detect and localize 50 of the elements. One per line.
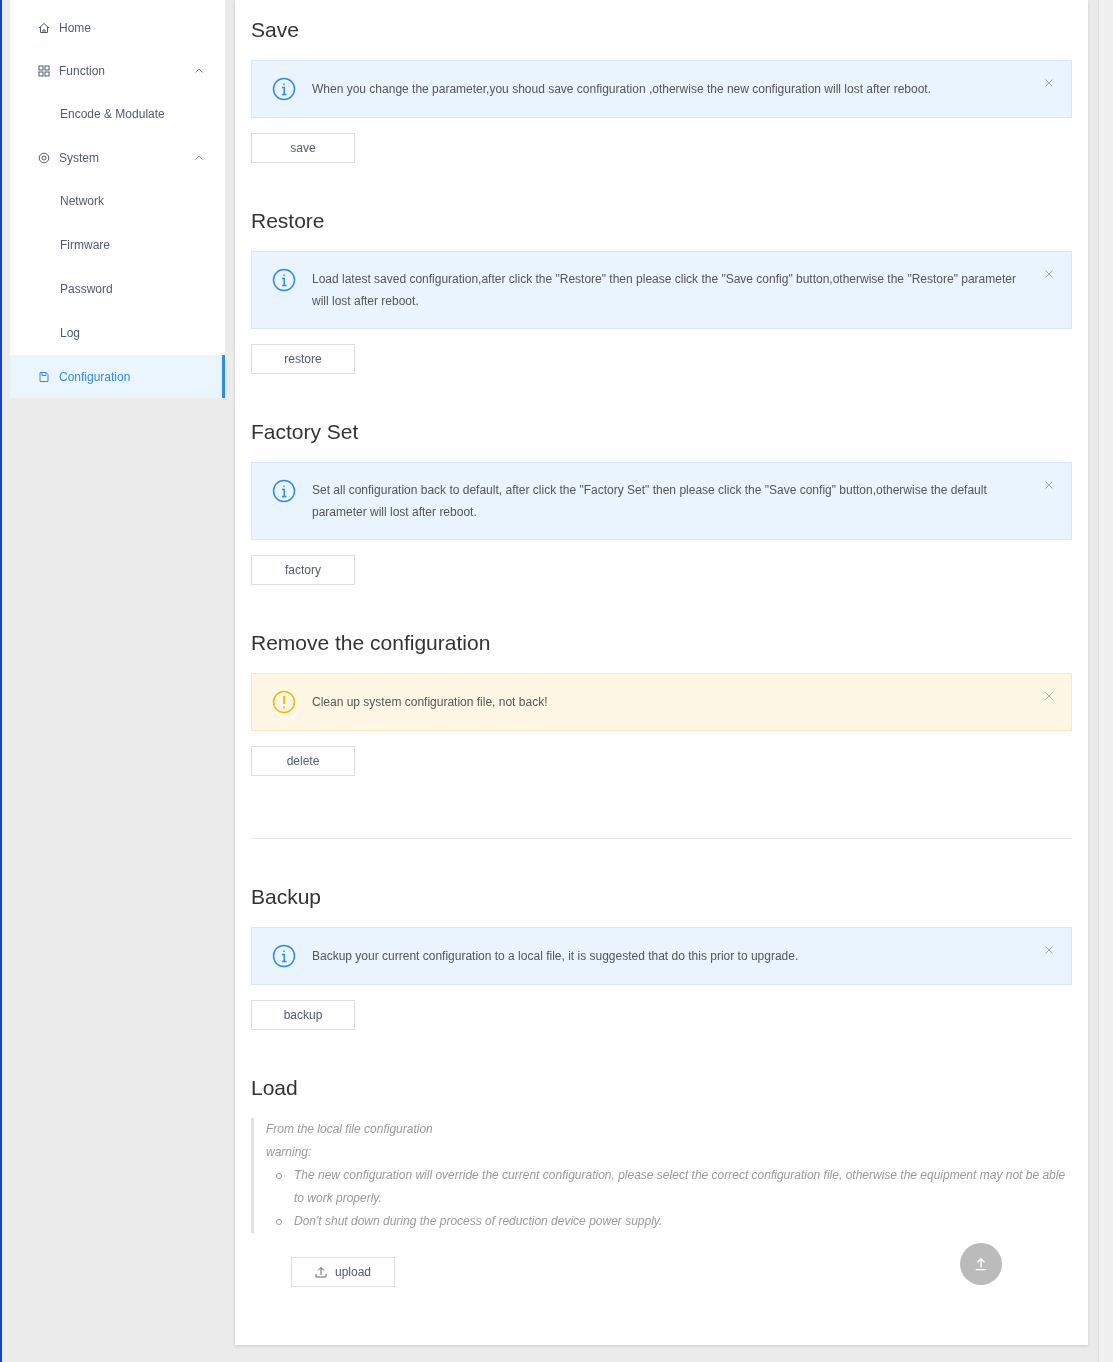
action-button[interactable]: save bbox=[251, 133, 355, 163]
settings-icon bbox=[38, 151, 50, 164]
grid-icon bbox=[38, 64, 50, 77]
warning-text: The new configuration will override the current configuration, please select the correct configuration file, otherwise the equipment may not be able to work properly. bbox=[294, 1167, 1067, 1207]
submenu-item[interactable]: Firmware bbox=[10, 223, 225, 267]
warning-label: warning: bbox=[266, 1144, 313, 1161]
sidebar-item[interactable]: Function bbox=[10, 49, 225, 92]
back-to-top-button[interactable] bbox=[960, 1243, 1002, 1285]
alert-text: When you change the parameter,you shoud save configuration ,otherwise the new configuration will lost after reboot. bbox=[312, 81, 932, 98]
menu-label: Function bbox=[59, 63, 107, 78]
section-title: Load bbox=[251, 1076, 299, 1100]
home-icon bbox=[38, 21, 50, 34]
warning-text: Don't shut down during the process of reduction device power supply. bbox=[294, 1213, 663, 1230]
close-icon[interactable] bbox=[1045, 946, 1053, 954]
close-icon[interactable] bbox=[1045, 692, 1053, 700]
action-button[interactable]: delete bbox=[251, 746, 355, 776]
info-icon bbox=[272, 268, 296, 292]
close-icon[interactable] bbox=[1045, 79, 1053, 87]
section-title: Restore bbox=[251, 209, 326, 233]
file-icon bbox=[38, 370, 50, 383]
submenu-item[interactable]: Encode & Modulate bbox=[10, 92, 225, 136]
upload-icon bbox=[974, 1257, 988, 1271]
upload-icon bbox=[314, 1266, 327, 1278]
submenu-item[interactable]: Network bbox=[10, 179, 225, 223]
action-button[interactable]: restore bbox=[251, 344, 355, 374]
warning-icon bbox=[272, 690, 296, 714]
info-icon bbox=[272, 479, 296, 503]
submenu-item[interactable]: Log bbox=[10, 311, 225, 355]
menu-label: Configuration bbox=[59, 369, 132, 384]
section-title: Remove the configuration bbox=[251, 631, 492, 655]
note-text: From the local file configuration bbox=[266, 1121, 434, 1138]
sidebar-item[interactable]: Home bbox=[10, 6, 225, 49]
menu-label: Home bbox=[59, 20, 92, 35]
alert-text: Backup your current configuration to a local file, it is suggested that do this prior to upgrade. bbox=[312, 948, 799, 965]
action-button[interactable]: backup bbox=[251, 1000, 355, 1030]
section-title: Backup bbox=[251, 885, 323, 909]
menu-label: System bbox=[59, 150, 100, 165]
section-title: Save bbox=[251, 18, 300, 42]
action-button[interactable]: factory bbox=[251, 555, 355, 585]
section-title: Factory Set bbox=[251, 420, 360, 444]
alert-text: Set all configuration back to default, after click the "Factory Set" then please click the "Save config" button,otherwise the default parameter will lost after reboot. bbox=[312, 482, 988, 521]
close-icon[interactable] bbox=[1045, 481, 1053, 489]
close-icon[interactable] bbox=[1045, 270, 1053, 278]
submenu-item[interactable]: Password bbox=[10, 267, 225, 311]
info-icon bbox=[272, 77, 296, 101]
alert-text: Clean up system configuration file, not back! bbox=[312, 694, 548, 711]
sidebar-item[interactable]: System bbox=[10, 136, 225, 179]
upload-button[interactable]: upload bbox=[291, 1257, 395, 1287]
alert-text: Load latest saved configuration,after click the "Restore" then please click the "Save config" button,otherwise the "Restore" parameter will lost after reboot. bbox=[312, 271, 1017, 310]
info-icon bbox=[272, 944, 296, 968]
